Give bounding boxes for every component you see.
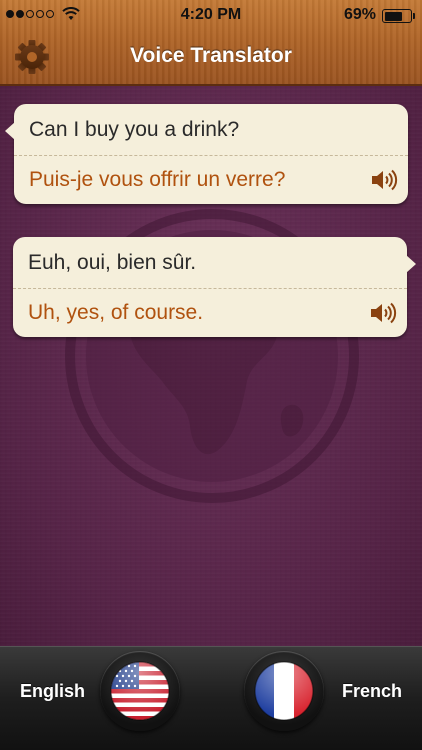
conversation-bubble: Can I buy you a drink? Puis-je vous offr… <box>5 104 408 204</box>
speaker-icon[interactable] <box>370 168 398 192</box>
source-language-label: English <box>20 681 86 701</box>
conversation-bubble: Euh, oui, bien sûr. Uh, yes, of course. <box>13 237 416 337</box>
language-bar: English French <box>0 646 422 750</box>
translation-row: Uh, yes, of course. <box>13 289 407 337</box>
battery-percentage: 69% <box>343 6 376 23</box>
battery-icon <box>382 9 415 23</box>
top-bar: 4:20 PM 69% Voice Translator <box>0 0 422 86</box>
translation-row: Puis-je vous offrir un verre? <box>14 156 408 204</box>
translation-text: Puis-je vous offrir un verre? <box>29 168 286 191</box>
france-flag-icon <box>254 661 314 721</box>
status-bar: 4:20 PM 69% <box>0 0 422 30</box>
page-title: Voice Translator <box>130 44 292 67</box>
source-text: Euh, oui, bien sûr. <box>13 237 407 289</box>
target-language-label: French <box>341 681 402 701</box>
speaker-icon[interactable] <box>369 301 397 325</box>
english-record-button[interactable] <box>100 651 180 731</box>
source-text: Can I buy you a drink? <box>14 104 408 156</box>
translation-text: Uh, yes, of course. <box>28 301 204 324</box>
us-flag-icon <box>110 661 170 721</box>
french-record-button[interactable] <box>244 651 324 731</box>
